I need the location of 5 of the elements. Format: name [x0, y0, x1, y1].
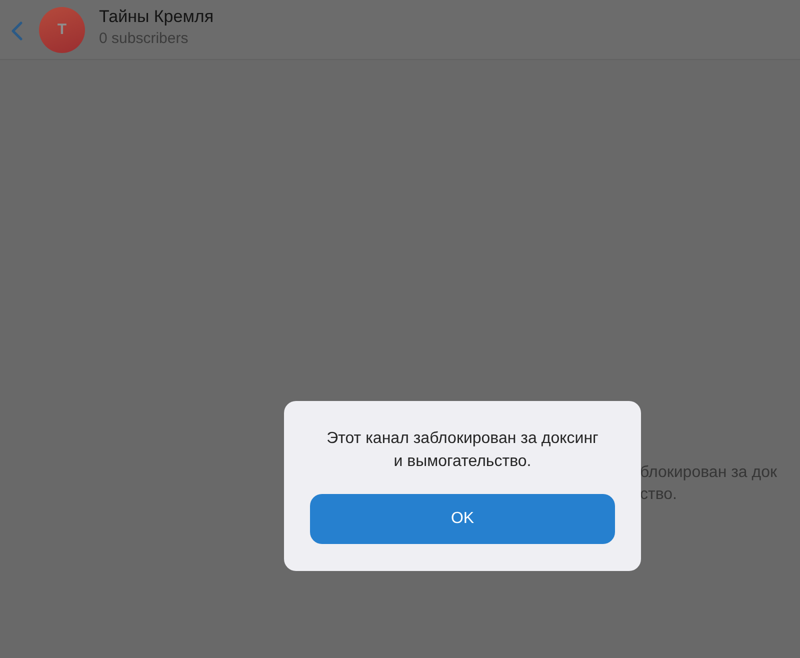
channel-title: Тайны Кремля: [99, 6, 214, 26]
back-icon[interactable]: [11, 20, 23, 40]
alert-message: Этот канал заблокирован за доксинг и вымогательство.: [326, 429, 600, 472]
ok-button[interactable]: OK: [310, 494, 615, 544]
channel-avatar: Т: [39, 6, 85, 52]
